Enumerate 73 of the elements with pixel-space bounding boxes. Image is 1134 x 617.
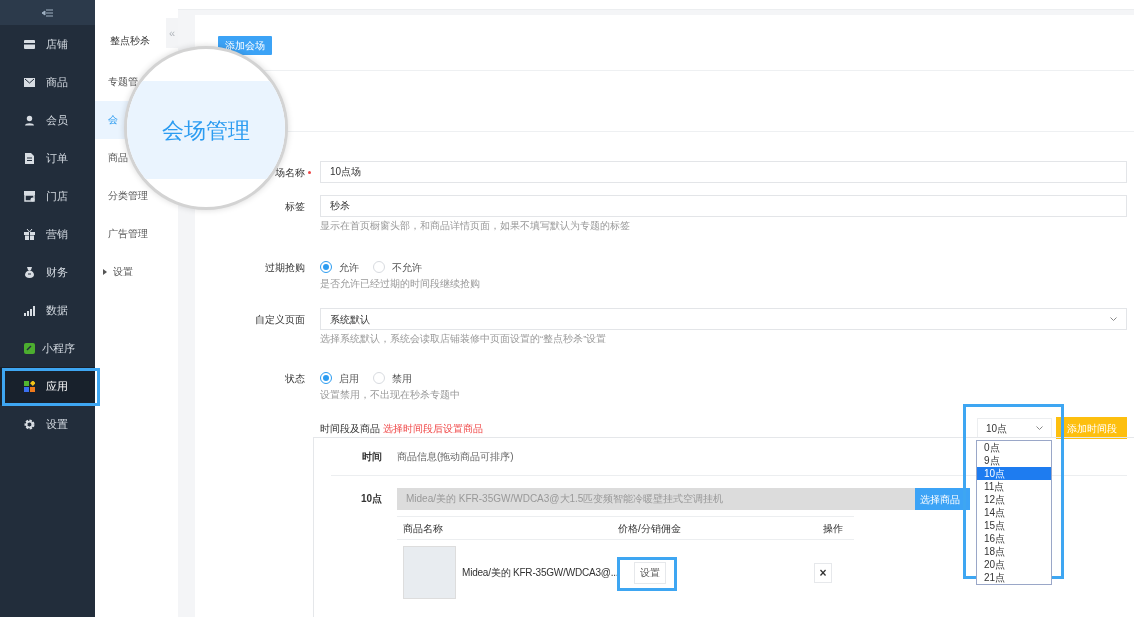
- sidebar-item[interactable]: 数据: [0, 291, 95, 329]
- column-header: 操作: [823, 521, 843, 536]
- dropdown-option[interactable]: 20点: [977, 558, 1051, 571]
- text-field[interactable]: 秒杀: [320, 195, 1127, 217]
- sub-navigation-item[interactable]: 商品: [108, 150, 128, 166]
- sidebar-item[interactable]: 设置: [0, 405, 95, 443]
- envelope-icon: [24, 76, 35, 88]
- select-field[interactable]: 系统默认: [320, 308, 1127, 330]
- field-label: 过期抢购: [265, 260, 305, 275]
- photo-placeholder: [403, 546, 456, 599]
- product-name: Midea/美的 KFR-35GW/WDCA3@...: [462, 567, 619, 578]
- radio-option[interactable]: 允许: [320, 259, 359, 275]
- storefront-icon: [24, 190, 35, 202]
- dropdown-option[interactable]: 12点: [977, 493, 1051, 506]
- sidebar-item[interactable]: 订单: [0, 139, 95, 177]
- field-label: 场名称: [275, 165, 305, 180]
- sub-navigation-item[interactable]: 广告管理: [108, 226, 148, 242]
- link-icon: [24, 342, 35, 354]
- hint-text: 显示在首页橱窗头部，和商品详情页面，如果不填写默认为专题的标签: [320, 220, 631, 232]
- gift-icon: [24, 228, 35, 240]
- dropdown-option[interactable]: 15点: [977, 519, 1051, 532]
- person-icon: [24, 114, 35, 126]
- column-header: 时间: [361, 450, 382, 464]
- store-icon: [24, 38, 35, 50]
- field-label: 状态: [285, 371, 305, 386]
- dropdown-option[interactable]: 10点: [977, 467, 1051, 480]
- column-header: 商品名称: [402, 521, 444, 536]
- dropdown-option[interactable]: 14点: [977, 506, 1051, 519]
- dropdown-option[interactable]: 16点: [977, 532, 1051, 545]
- grid-icon: [24, 380, 35, 392]
- chevron-down-icon: [1110, 317, 1117, 321]
- caret-icon: [103, 269, 107, 275]
- settings-icon: [24, 418, 35, 430]
- dropdown-option[interactable]: 11点: [977, 480, 1051, 493]
- time-cell-text: 10点: [359, 492, 382, 506]
- hint-text: 设置禁用，不出现在秒杀专题中: [320, 389, 461, 401]
- document-icon: [24, 152, 35, 164]
- sidebar-item[interactable]: 会员: [0, 101, 95, 139]
- menu-icon[interactable]: [42, 8, 53, 17]
- text-field[interactable]: 10点场: [320, 161, 1127, 183]
- radio-option[interactable]: 不允许: [373, 259, 422, 275]
- radio-option[interactable]: 禁用: [373, 370, 412, 386]
- sub-navigation-title: 整点秒杀: [110, 35, 150, 46]
- sidebar-item[interactable]: 小程序: [0, 329, 95, 367]
- field-label: 标签: [285, 199, 305, 214]
- sub-navigation-item[interactable]: 分类管理: [108, 188, 148, 204]
- sidebar-item[interactable]: 店铺: [0, 25, 95, 63]
- sidebar-item[interactable]: 门店: [0, 177, 95, 215]
- chevron-down-icon: [1036, 426, 1043, 430]
- sidebar-item[interactable]: 财务: [0, 253, 95, 291]
- hint-text: 是否允许已经过期的时间段继续抢购: [320, 278, 481, 290]
- highlight-frame: [617, 557, 677, 591]
- sub-navigation-group[interactable]: 设置: [103, 264, 133, 280]
- time-select[interactable]: 10点: [977, 418, 1052, 438]
- dropdown-option[interactable]: 18点: [977, 545, 1051, 558]
- sidebar-item[interactable]: 商品: [0, 63, 95, 101]
- note-text: 选择时间段后设置商品: [383, 421, 483, 436]
- column-header: 商品信息(拖动商品可排序): [397, 450, 514, 464]
- sub-navigation-item[interactable]: 专题管: [108, 74, 138, 90]
- column-header: 价格/分销佣金: [618, 521, 682, 536]
- delete-button[interactable]: ×: [814, 562, 832, 583]
- money-bag-icon: [24, 266, 35, 278]
- dropdown-option[interactable]: 21点: [977, 571, 1051, 584]
- sidebar-item[interactable]: 营销: [0, 215, 95, 253]
- field-label: 自定义页面: [255, 312, 305, 327]
- radio-option[interactable]: 启用: [320, 370, 359, 386]
- dropdown-option[interactable]: 0点: [977, 441, 1051, 454]
- bar-chart-icon: [24, 304, 35, 316]
- settings-button[interactable]: 设置: [634, 561, 666, 584]
- dropdown-option[interactable]: 9点: [977, 454, 1051, 467]
- hint-text: 选择系统默认，系统会读取店铺装修中页面设置的“整点秒杀”设置: [320, 333, 608, 345]
- section-label: 时间段及商品: [320, 421, 380, 436]
- magnified-label: 会场管理: [162, 116, 250, 145]
